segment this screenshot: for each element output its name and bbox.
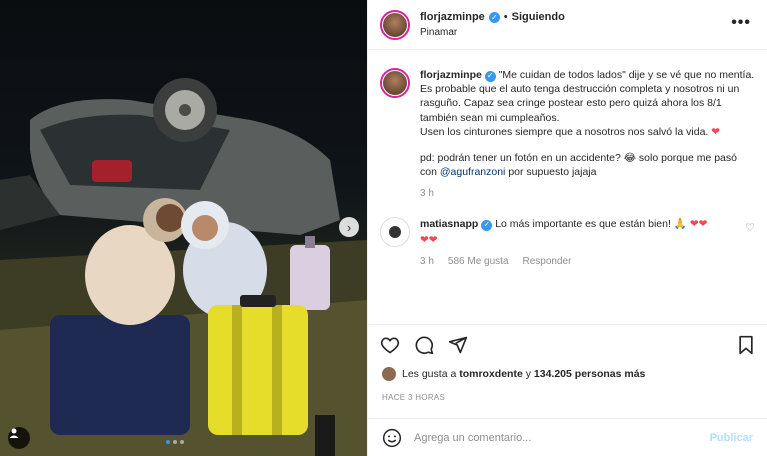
comment-input[interactable]: Agrega un comentario... — [414, 432, 698, 444]
caption-time[interactable]: 3 h — [420, 187, 434, 201]
post-header: florjazminpe ✓ • Siguiendo Pinamar ••• — [368, 0, 767, 50]
caption-meta: 3 h — [420, 187, 755, 201]
verified-badge-icon: ✓ — [488, 11, 500, 23]
following-button[interactable]: Siguiendo — [512, 11, 565, 23]
publish-button[interactable]: Publicar — [710, 432, 753, 444]
caption-ps: pd: podrán tener un fotón en un accident… — [420, 151, 737, 179]
comment-bubble-icon[interactable] — [414, 335, 434, 355]
post-details-panel: florjazminpe ✓ • Siguiendo Pinamar ••• f… — [367, 0, 767, 456]
carousel-dot — [180, 440, 184, 444]
others-count[interactable]: 134.205 personas más — [534, 368, 646, 380]
comment-row: matiasnapp ✓ Lo más importante es que es… — [380, 216, 755, 269]
carousel-dot — [173, 440, 177, 444]
post-actions-bar — [368, 324, 767, 364]
likes-summary: Les gusta a tomroxdente y 134.205 person… — [382, 367, 645, 381]
chevron-right-icon: › — [346, 219, 352, 235]
comment-meta: 3 h 586 Me gusta Responder — [420, 255, 737, 269]
caption-username[interactable]: florjazminpe — [420, 69, 482, 81]
comment-time[interactable]: 3 h — [420, 255, 434, 269]
liker-username[interactable]: tomroxdente — [459, 368, 523, 380]
emoji-smiley-icon[interactable] — [382, 428, 402, 448]
comment-text: Lo más importante es que están bien! 🙏 — [495, 217, 687, 230]
verified-badge-icon: ✓ — [481, 219, 493, 231]
carousel-indicator — [166, 440, 184, 444]
verified-badge-icon: ✓ — [484, 70, 496, 82]
post-timestamp[interactable]: HACE 3 HORAS — [382, 393, 445, 402]
comments-list: florjazminpe ✓ "Me cuidan de todos lados… — [368, 58, 767, 320]
post-location[interactable]: Pinamar — [420, 27, 565, 38]
reply-button[interactable]: Responder — [523, 255, 572, 269]
post-photo[interactable]: › — [0, 0, 367, 456]
like-heart-icon[interactable] — [380, 335, 400, 355]
carousel-dot-active — [166, 440, 170, 444]
separator-dot: • — [503, 11, 508, 23]
red-heart-emoji: ❤❤ — [689, 217, 708, 230]
more-options-icon[interactable]: ••• — [731, 14, 751, 32]
caption-row: florjazminpe ✓ "Me cuidan de todos lados… — [380, 68, 755, 201]
liker-avatar[interactable] — [382, 367, 396, 381]
mention-link[interactable]: @agufranzoni — [440, 166, 506, 178]
next-photo-button[interactable]: › — [339, 217, 359, 237]
save-bookmark-icon[interactable] — [737, 335, 755, 355]
user-icon — [9, 428, 19, 438]
share-paper-plane-icon[interactable] — [448, 335, 468, 355]
comment-likes[interactable]: 586 Me gusta — [448, 255, 509, 269]
caption-avatar[interactable] — [380, 68, 410, 98]
tagged-users-button[interactable] — [8, 427, 30, 449]
red-heart-emoji: ❤ — [711, 125, 721, 138]
author-username[interactable]: florjazminpe — [420, 11, 485, 23]
author-avatar[interactable] — [380, 9, 410, 40]
commenter-username[interactable]: matiasnapp — [420, 218, 478, 230]
photo-illustration — [0, 78, 367, 456]
like-comment-heart-icon[interactable]: ♡ — [745, 221, 755, 234]
red-heart-emoji: ❤❤ — [420, 233, 438, 246]
comment-composer: Agrega un comentario... Publicar — [368, 418, 767, 456]
commenter-avatar[interactable] — [380, 216, 410, 247]
